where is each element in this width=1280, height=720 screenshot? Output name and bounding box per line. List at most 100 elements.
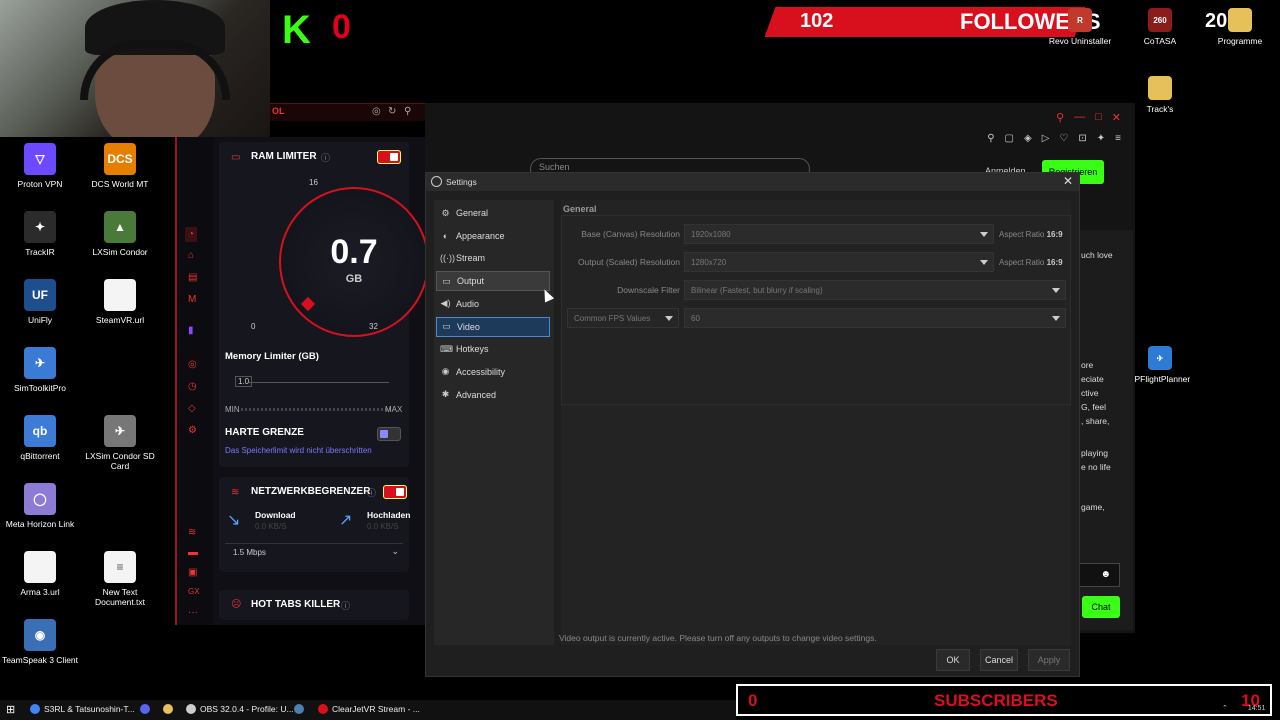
settings-titlebar: Settings ✕ bbox=[426, 173, 1079, 191]
nav-item-hotkeys[interactable]: ⌨ Hotkeys bbox=[436, 339, 550, 359]
proton-vpn-icon: ▽ bbox=[24, 143, 56, 175]
desktop-icon[interactable]: ▲ LXSim Condor bbox=[80, 211, 160, 257]
desktop-icon[interactable]: ✈ SimToolkitPro bbox=[0, 347, 80, 393]
nav-item-video[interactable]: ▭ Video bbox=[436, 316, 550, 337]
desktop-icon[interactable]: ✦ TrackIR bbox=[0, 211, 80, 257]
plane-icon: ✈ bbox=[1148, 346, 1172, 370]
taskbar-item[interactable] bbox=[294, 704, 304, 714]
app-title-fragment: OL bbox=[272, 106, 285, 116]
hard-limit-toggle[interactable] bbox=[377, 427, 401, 441]
dial-marker[interactable] bbox=[300, 296, 316, 312]
taskbar-item[interactable] bbox=[163, 704, 173, 714]
ok-button[interactable]: OK bbox=[936, 649, 970, 671]
fps-value-select[interactable]: 60 bbox=[684, 308, 1066, 328]
menu-icon[interactable]: ≡ bbox=[1115, 133, 1121, 144]
ai-icon[interactable]: ✦ bbox=[1097, 133, 1105, 144]
more-icon[interactable]: ··· bbox=[188, 607, 198, 618]
memory-icon[interactable]: ▬ bbox=[188, 547, 198, 558]
desktop-icon[interactable]: ◉ TeamSpeak 3 Client bbox=[0, 619, 80, 665]
folder-icon bbox=[1228, 8, 1252, 32]
file-icon bbox=[104, 279, 136, 311]
info-icon[interactable]: ⓘ bbox=[341, 599, 350, 612]
maximize-icon[interactable]: □ bbox=[1095, 111, 1102, 124]
gx-icon[interactable]: GX bbox=[188, 587, 200, 596]
desktop-icon[interactable]: qb qBittorrent bbox=[0, 415, 80, 461]
desktop-icon[interactable]: 260 CoTASA bbox=[1120, 8, 1200, 46]
desktop-icon[interactable]: Programme bbox=[1200, 8, 1280, 46]
hard-limit-desc: Das Speicherlimit wird nicht überschritt… bbox=[225, 446, 372, 455]
ram-icon[interactable]: ◔ bbox=[185, 227, 198, 242]
desktop-icon[interactable]: SteamVR.url bbox=[80, 279, 160, 325]
downscale-filter-select[interactable]: Bilinear (Fastest, but blurry if scaling… bbox=[684, 280, 1066, 300]
nav-item-advanced[interactable]: ✱ Advanced bbox=[436, 385, 550, 405]
shape-icon[interactable]: ◇ bbox=[188, 403, 196, 414]
wifi-icon[interactable]: ≋ bbox=[188, 527, 196, 538]
upload-value: 0.0 KB/S bbox=[367, 522, 399, 531]
info-icon[interactable]: ⓘ bbox=[321, 151, 330, 164]
network-limiter-toggle[interactable] bbox=[383, 485, 407, 499]
chat-message-fragment: G, feel bbox=[1081, 402, 1107, 412]
obs-icon bbox=[186, 704, 196, 714]
desktop-icon[interactable]: DCS DCS World MT bbox=[80, 143, 160, 189]
bandwidth-select[interactable]: 1.5 Mbps ⌄ bbox=[225, 543, 403, 561]
desktop-icon[interactable]: UF UniFly bbox=[0, 279, 80, 325]
speed-icon[interactable]: ◎ bbox=[188, 359, 197, 370]
desktop-icon[interactable]: R Revo Uninstaller bbox=[1040, 8, 1120, 46]
taskbar-item[interactable]: S3RL & Tatsunoshin-T... bbox=[30, 704, 135, 714]
info-icon[interactable]: ⓘ bbox=[367, 486, 376, 499]
heart-icon[interactable]: ♡ bbox=[1059, 133, 1068, 144]
network-icon[interactable]: ▤ bbox=[188, 272, 197, 283]
minimize-icon[interactable]: — bbox=[1074, 111, 1085, 124]
nav-item-general[interactable]: ⚙ General bbox=[436, 203, 550, 223]
cpu-icon[interactable]: ⌂ bbox=[188, 250, 194, 261]
windows-start-icon[interactable]: ⊞ bbox=[6, 703, 15, 716]
play-icon[interactable]: ▷ bbox=[1042, 133, 1050, 144]
settings-gear-icon[interactable]: ⚙ bbox=[188, 425, 197, 436]
nav-item-accessibility[interactable]: ◉ Accessibility bbox=[436, 362, 550, 382]
desktop-icon[interactable]: Arma 3.url bbox=[0, 551, 80, 597]
desktop-icon-label: Proton VPN bbox=[17, 179, 63, 189]
chat-send-button[interactable]: Chat bbox=[1082, 596, 1120, 618]
refresh-icon[interactable]: ↻ bbox=[388, 106, 396, 117]
chip-icon[interactable]: ▣ bbox=[188, 567, 197, 578]
base-resolution-select[interactable]: 1920x1080 bbox=[684, 224, 994, 244]
desktop-icon[interactable]: ◯ Meta Horizon Link bbox=[0, 483, 80, 529]
chat-input[interactable]: ☻ bbox=[1078, 563, 1120, 587]
cancel-button[interactable]: Cancel bbox=[980, 649, 1018, 671]
emoji-icon[interactable]: ☻ bbox=[1100, 569, 1111, 580]
browser-window-controls: ⚲ — □ ✕ bbox=[1056, 111, 1121, 124]
gmail-icon[interactable]: M bbox=[188, 294, 196, 305]
tray-chevron-icon[interactable]: ⌃ bbox=[1222, 705, 1228, 712]
screenshot-icon[interactable]: ▢ bbox=[1005, 133, 1014, 144]
shield-icon[interactable]: ◈ bbox=[1024, 133, 1032, 144]
taskbar-item[interactable]: OBS 32.0.4 - Profile: U... bbox=[186, 704, 294, 714]
nav-item-appearance[interactable]: ◐ Appearance bbox=[436, 226, 550, 246]
taskbar-item[interactable]: ClearJetVR Stream - ... bbox=[318, 704, 420, 714]
twitch-icon[interactable]: ▮ bbox=[188, 325, 194, 336]
section-title: General bbox=[563, 204, 597, 214]
ram-limiter-toggle[interactable] bbox=[377, 150, 401, 164]
clock-icon[interactable]: ◷ bbox=[188, 381, 197, 392]
desktop-icon[interactable]: ≡ New Text Document.txt bbox=[80, 551, 160, 607]
min-label: MIN bbox=[225, 405, 240, 414]
close-icon[interactable]: ✕ bbox=[1112, 111, 1121, 124]
advanced-icon: ✱ bbox=[441, 389, 450, 400]
nav-item-label: Stream bbox=[456, 253, 486, 264]
audio-icon: ◀) bbox=[440, 298, 451, 309]
pin-icon[interactable]: ⚲ bbox=[987, 133, 994, 144]
desktop-icon[interactable]: ✈ LXSim Condor SD Card bbox=[80, 415, 160, 471]
apply-button[interactable]: Apply bbox=[1028, 649, 1070, 671]
nav-item-stream[interactable]: ((·)) Stream bbox=[436, 248, 550, 268]
pin-icon[interactable]: ⚲ bbox=[404, 106, 411, 117]
nav-item-audio[interactable]: ◀) Audio bbox=[436, 294, 550, 314]
output-resolution-select[interactable]: 1280x720 bbox=[684, 252, 994, 272]
nav-item-output[interactable]: ▭ Output bbox=[436, 271, 550, 292]
close-icon[interactable]: ✕ bbox=[1063, 174, 1073, 188]
target-icon[interactable]: ◎ bbox=[372, 106, 381, 117]
search-icon[interactable]: ⚲ bbox=[1056, 111, 1064, 124]
memory-slider[interactable] bbox=[249, 382, 389, 383]
fps-type-select[interactable]: Common FPS Values bbox=[567, 308, 679, 328]
taskbar-item[interactable] bbox=[140, 704, 150, 714]
lock-icon[interactable]: ⊡ bbox=[1078, 133, 1086, 144]
desktop-icon[interactable]: ▽ Proton VPN bbox=[0, 143, 80, 189]
